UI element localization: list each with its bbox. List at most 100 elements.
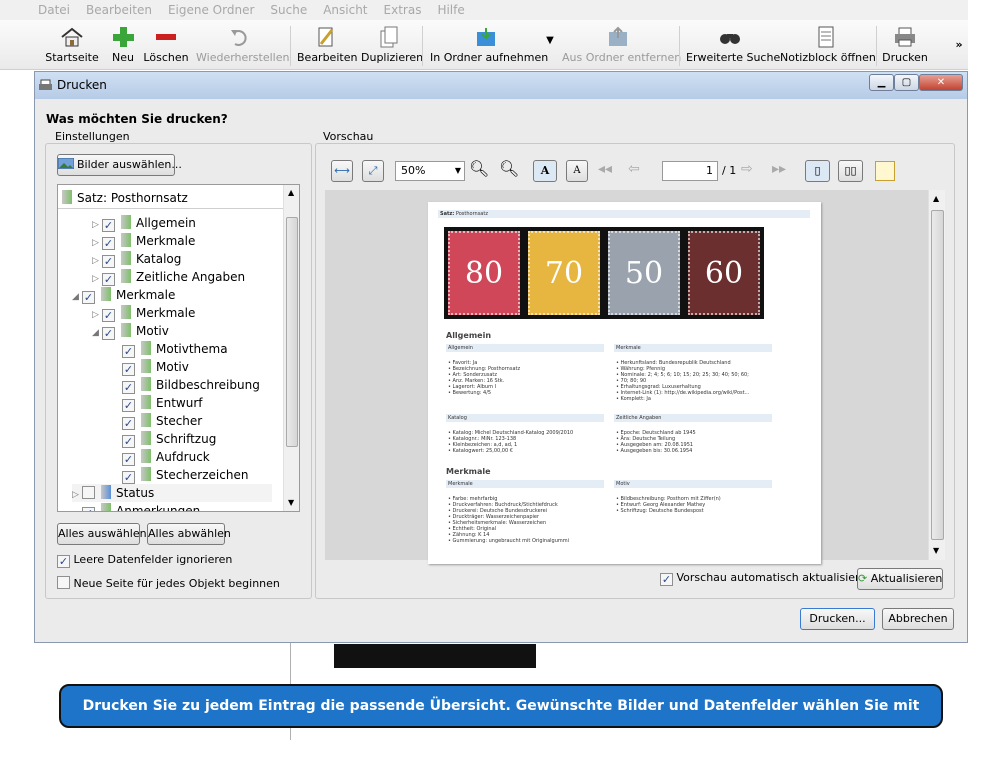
tree-checkbox[interactable]: ✓ xyxy=(102,309,115,322)
tree-item[interactable]: ▷ ✓ Merkmale xyxy=(92,304,195,322)
tree-item[interactable]: ▷ ✓ Allgemein xyxy=(92,214,196,232)
add-to-folder-button[interactable]: In Ordner aufnehmen xyxy=(430,22,548,68)
first-page-icon[interactable]: ◂◂ xyxy=(598,161,612,177)
tree-root[interactable]: Satz: Posthornsatz xyxy=(62,189,188,207)
zoom-out-icon[interactable]: 🔍︎ xyxy=(469,159,489,178)
print-button[interactable]: Drucken xyxy=(882,22,928,68)
menu-hilfe[interactable]: Hilfe xyxy=(437,0,464,20)
menu-ansicht[interactable]: Ansicht xyxy=(323,0,367,20)
tree-divider xyxy=(58,208,284,209)
text-large-icon[interactable]: A xyxy=(533,160,557,182)
scroll-down-icon[interactable]: ▼ xyxy=(288,498,294,507)
tree-scrollbar[interactable]: ▲ ▼ xyxy=(283,185,299,511)
tree-checkbox[interactable]: ✓ xyxy=(82,507,95,511)
advanced-search-button[interactable]: Erweiterte Suche xyxy=(686,22,780,68)
tree-item[interactable]: ◢ ✓ Motiv xyxy=(92,322,169,340)
tree-item[interactable]: ✓ Entwurf xyxy=(112,394,202,412)
field-icon xyxy=(101,503,111,511)
dialog-title: Drucken xyxy=(57,78,107,92)
text-small-icon[interactable]: A xyxy=(566,160,588,182)
tree-checkbox[interactable]: ✓ xyxy=(102,327,115,340)
tree-checkbox[interactable]: ✓ xyxy=(122,417,135,430)
cancel-button[interactable]: Abbrechen xyxy=(882,608,954,630)
menu-datei[interactable]: Datei xyxy=(38,0,70,20)
new-button[interactable]: Neu xyxy=(108,22,138,68)
zoom-select[interactable]: 50% ▼ xyxy=(395,161,465,181)
refresh-button[interactable]: ⟳ Aktualisieren xyxy=(857,568,943,590)
plus-icon xyxy=(113,27,134,47)
tree-checkbox[interactable]: ✓ xyxy=(122,399,135,412)
delete-button[interactable]: Löschen xyxy=(143,22,189,68)
scroll-up-icon[interactable]: ▲ xyxy=(288,188,294,197)
tree-item[interactable]: ▷ Status xyxy=(72,484,272,502)
restore-button[interactable]: Wiederherstellen xyxy=(196,22,289,68)
menu-eigene-ordner[interactable]: Eigene Ordner xyxy=(168,0,254,20)
fit-width-icon[interactable]: ⟷ xyxy=(331,160,353,182)
menu-bearbeiten[interactable]: Bearbeiten xyxy=(86,0,152,20)
close-button[interactable]: ✕ xyxy=(919,74,963,91)
fit-page-icon[interactable]: ⤢ xyxy=(362,160,384,182)
tree-item[interactable]: ✓ Stecher xyxy=(112,412,202,430)
tree-checkbox[interactable]: ✓ xyxy=(82,291,95,304)
scroll-up-icon[interactable]: ▲ xyxy=(933,194,939,203)
image-icon xyxy=(57,157,75,170)
single-page-icon[interactable]: ▯ xyxy=(805,160,830,182)
preview-scrollbar[interactable]: ▲ ▼ xyxy=(928,190,945,560)
tree-checkbox[interactable]: ✓ xyxy=(122,345,135,358)
tree-checkbox[interactable]: ✓ xyxy=(102,219,115,232)
scroll-down-icon[interactable]: ▼ xyxy=(933,546,939,555)
page-number-input[interactable]: 1 xyxy=(662,161,718,181)
background-stamp-strip xyxy=(334,644,536,668)
remove-from-folder-button[interactable]: Aus Ordner entfernen xyxy=(562,22,681,68)
tree-checkbox[interactable]: ✓ xyxy=(102,255,115,268)
deselect-all-button[interactable]: Alles abwählen xyxy=(147,523,231,545)
tree-checkbox[interactable]: ✓ xyxy=(102,237,115,250)
tree-expander-icon[interactable]: ◢ xyxy=(72,288,82,306)
new-page-checkbox[interactable]: Neue Seite für jedes Objekt beginnen xyxy=(57,576,280,590)
scrollbar-thumb[interactable] xyxy=(286,217,298,447)
minimize-button[interactable]: ▁ xyxy=(869,74,894,91)
menu-extras[interactable]: Extras xyxy=(384,0,422,20)
tree-item[interactable]: ✓ Anmerkungen xyxy=(72,502,200,511)
scrollbar-thumb[interactable] xyxy=(931,210,944,540)
tree-item[interactable]: ▷ ✓ Katalog xyxy=(92,250,181,268)
page-setup-icon[interactable] xyxy=(875,161,895,181)
tree-checkbox[interactable]: ✓ xyxy=(122,381,135,394)
auto-update-checkbox[interactable]: ✓ Vorschau automatisch aktualisieren xyxy=(660,571,873,586)
tree-checkbox[interactable] xyxy=(82,486,95,499)
tree-item[interactable]: ✓ Stecherzeichen xyxy=(112,466,248,484)
tree-item[interactable]: ✓ Motivthema xyxy=(112,340,228,358)
edit-button[interactable]: Bearbeiten xyxy=(297,22,357,68)
next-page-icon[interactable]: ⇨ xyxy=(741,161,753,177)
tree-checkbox[interactable]: ✓ xyxy=(122,363,135,376)
print-dialog-button[interactable]: Drucken... xyxy=(800,608,875,630)
tree-item[interactable]: ◢ ✓ Merkmale xyxy=(72,286,175,304)
select-images-button[interactable]: Bilder auswählen... xyxy=(57,154,182,176)
preview-list: Favorit: JaBezeichnung: PosthornsatzArt:… xyxy=(448,360,521,396)
tree-item[interactable]: ▷ ✓ Zeitliche Angaben xyxy=(92,268,245,286)
preview-list-item: Gummierung: ungebraucht mit Originalgumm… xyxy=(448,538,569,544)
tree-item[interactable]: ✓ Motiv xyxy=(112,358,189,376)
tree-item[interactable]: ✓ Schriftzug xyxy=(112,430,216,448)
tree-checkbox[interactable]: ✓ xyxy=(122,471,135,484)
maximize-button[interactable]: ▢ xyxy=(894,74,919,91)
tree-item[interactable]: ▷ ✓ Merkmale xyxy=(92,232,195,250)
tree-item[interactable]: ✓ Bildbeschreibung xyxy=(112,376,260,394)
ignore-empty-checkbox[interactable]: ✓ Leere Datenfelder ignorieren xyxy=(57,553,232,568)
select-all-button[interactable]: Alles auswählen xyxy=(57,523,147,545)
two-page-icon[interactable]: ▯▯ xyxy=(838,160,863,182)
tree-checkbox[interactable]: ✓ xyxy=(122,453,135,466)
tree-item[interactable]: ✓ Aufdruck xyxy=(112,448,210,466)
duplicate-icon xyxy=(380,26,398,48)
last-page-icon[interactable]: ▸▸ xyxy=(772,161,786,177)
menu-suche[interactable]: Suche xyxy=(270,0,307,20)
field-tree[interactable]: Satz: Posthornsatz ▷ ✓ Allgemein ▷ ✓ Merkmale… xyxy=(57,184,300,512)
tree-checkbox[interactable]: ✓ xyxy=(102,273,115,286)
tree-expander-icon[interactable]: ◢ xyxy=(92,324,102,342)
tree-checkbox[interactable]: ✓ xyxy=(122,435,135,448)
notepad-button[interactable]: Notizblock öffnen xyxy=(780,22,876,68)
prev-page-icon[interactable]: ⇦ xyxy=(628,161,640,177)
home-button[interactable]: Startseite xyxy=(44,22,100,68)
zoom-in-icon[interactable]: 🔍︎ xyxy=(499,159,519,178)
duplicate-button[interactable]: Duplizieren xyxy=(361,22,423,68)
